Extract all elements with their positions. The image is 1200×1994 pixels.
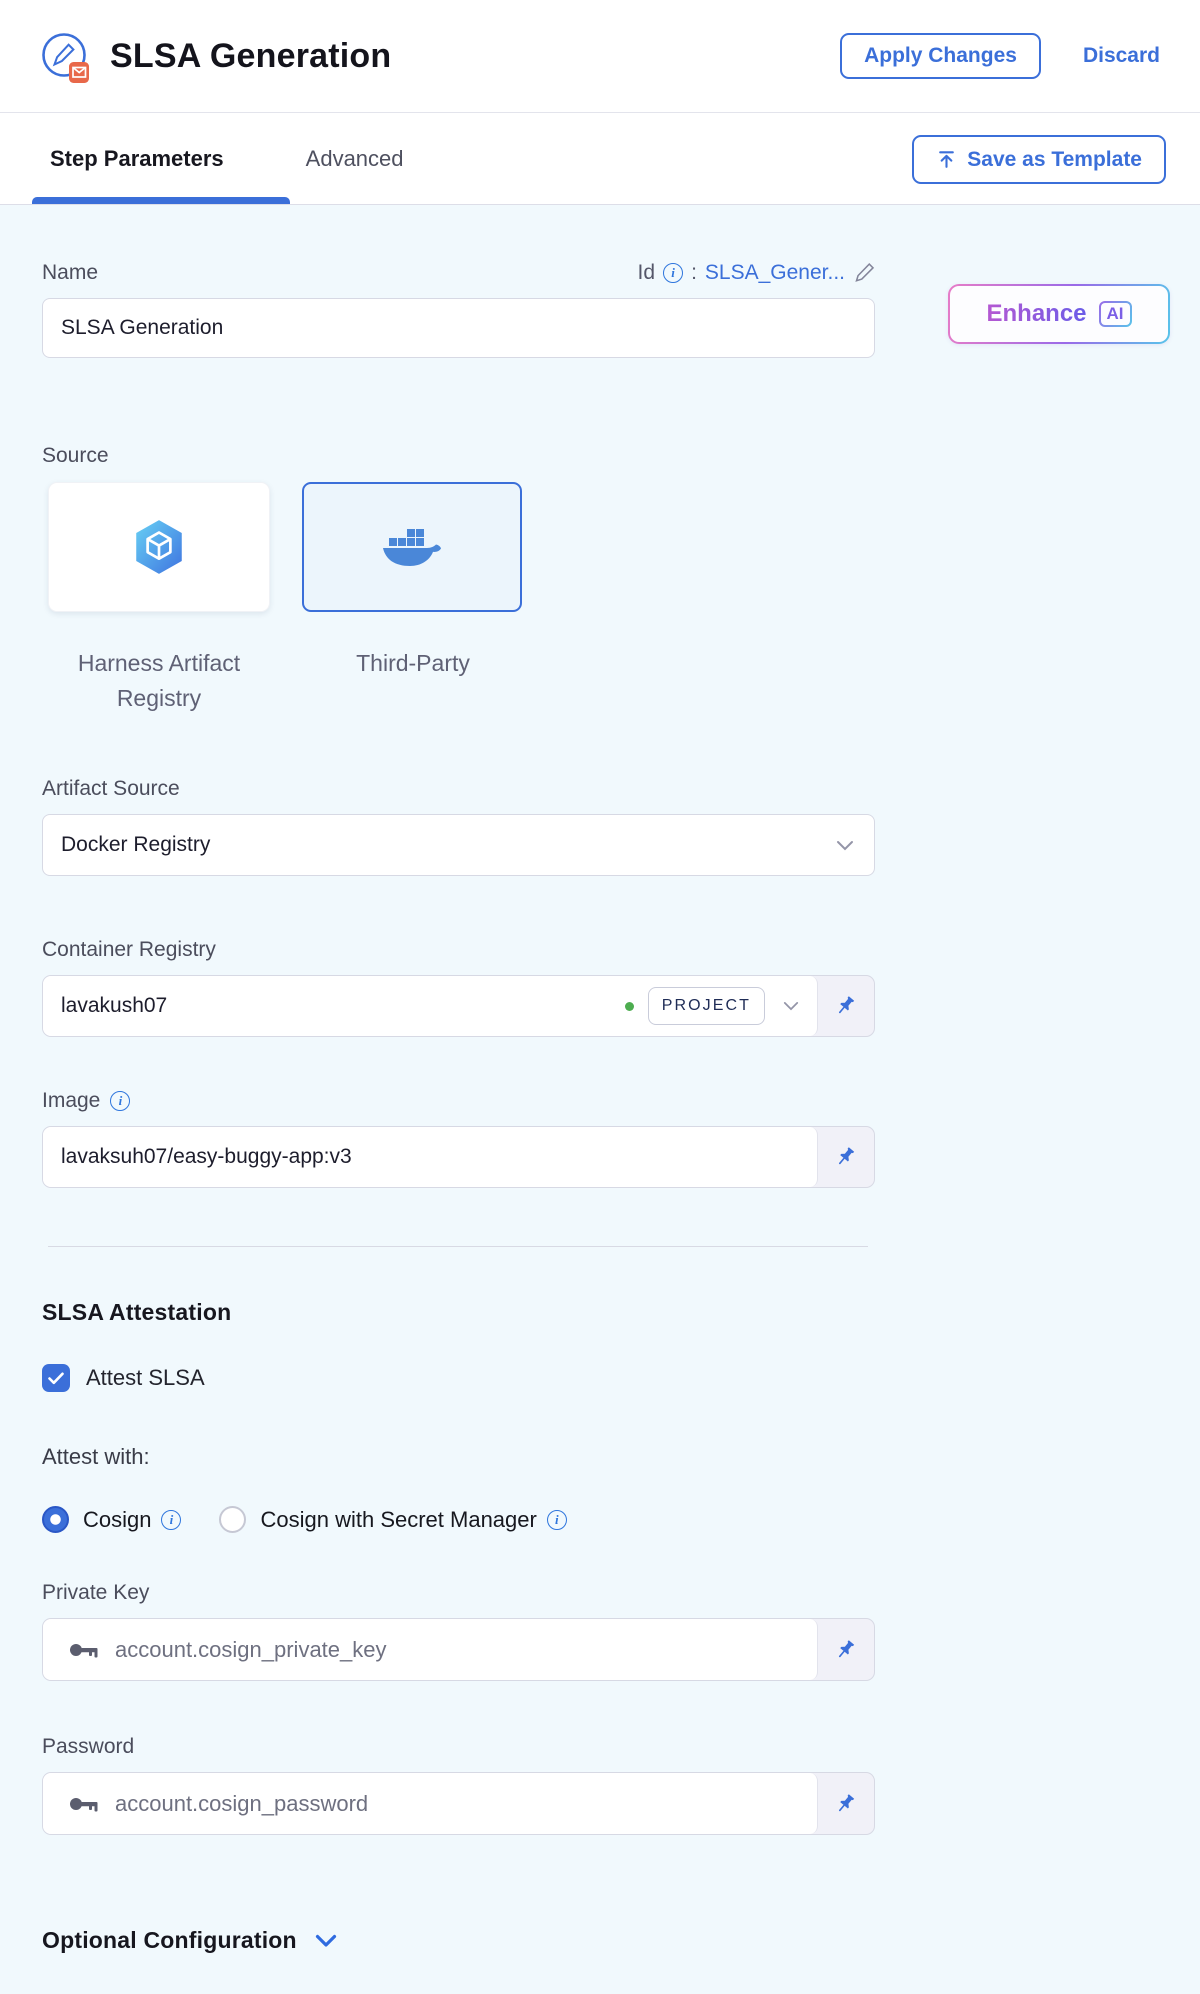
- artifact-registry-cube-icon: [131, 517, 187, 577]
- id-label: Id: [638, 261, 656, 285]
- chevron-down-icon: [836, 840, 854, 851]
- optional-configuration-toggle[interactable]: Optional Configuration: [42, 1927, 1158, 1954]
- id-info-icon[interactable]: i: [663, 263, 683, 283]
- slsa-step-icon: [40, 31, 92, 85]
- artifact-source-select[interactable]: Docker Registry: [42, 814, 875, 876]
- section-divider: [48, 1246, 868, 1247]
- step-parameters-panel: Enhance AI Name Id i : SLSA_Gener... Sou…: [0, 261, 1200, 1994]
- attest-with-label: Attest with:: [42, 1444, 1158, 1470]
- enhance-label: Enhance: [986, 300, 1086, 328]
- image-label: Image: [42, 1089, 100, 1113]
- save-as-template-label: Save as Template: [967, 148, 1142, 172]
- image-value: lavaksuh07/easy-buggy-app:v3: [61, 1145, 352, 1169]
- upload-icon: [936, 149, 957, 170]
- check-icon: [48, 1372, 64, 1385]
- password-field: account.cosign_password: [42, 1772, 875, 1835]
- private-key-field: account.cosign_private_key: [42, 1618, 875, 1681]
- chevron-down-icon: [315, 1934, 337, 1948]
- private-key-secret-input[interactable]: account.cosign_private_key: [43, 1619, 818, 1680]
- cosign-info-icon[interactable]: i: [161, 1510, 181, 1530]
- private-key-pin-button[interactable]: [818, 1619, 874, 1680]
- titlebar: SLSA Generation Apply Changes Discard: [0, 0, 1200, 113]
- ai-badge: AI: [1099, 301, 1132, 327]
- container-registry-input[interactable]: lavakush07 PROJECT: [43, 976, 818, 1036]
- private-key-label: Private Key: [42, 1581, 149, 1605]
- password-secret-input[interactable]: account.cosign_password: [43, 1773, 818, 1834]
- enhance-ai-button[interactable]: Enhance AI: [948, 284, 1170, 344]
- tab-advanced[interactable]: Advanced: [290, 146, 420, 172]
- attest-slsa-checkbox-row[interactable]: Attest SLSA: [42, 1364, 1158, 1392]
- pin-icon: [834, 1638, 858, 1662]
- container-registry-label: Container Registry: [42, 938, 216, 962]
- key-icon: [69, 1642, 99, 1658]
- artifact-source-value: Docker Registry: [61, 833, 210, 857]
- pin-icon: [834, 1145, 858, 1169]
- container-registry-pin-button[interactable]: [818, 976, 874, 1036]
- step-id-value: SLSA_Gener...: [705, 261, 845, 285]
- apply-changes-button[interactable]: Apply Changes: [840, 33, 1041, 79]
- image-pin-button[interactable]: [818, 1127, 874, 1187]
- name-input[interactable]: [42, 298, 875, 358]
- pin-icon: [834, 1792, 858, 1816]
- discard-button[interactable]: Discard: [1083, 44, 1160, 68]
- password-label: Password: [42, 1735, 134, 1759]
- container-registry-field: lavakush07 PROJECT: [42, 975, 875, 1037]
- source-option-label: Harness Artifact Registry: [48, 646, 270, 715]
- cosign-radio[interactable]: [42, 1506, 69, 1533]
- attest-slsa-label: Attest SLSA: [86, 1365, 205, 1391]
- optional-configuration-label: Optional Configuration: [42, 1927, 297, 1954]
- step-id-row: Id i : SLSA_Gener...: [638, 261, 875, 285]
- attest-method-radio-group: Cosign i Cosign with Secret Manager i: [42, 1506, 1158, 1533]
- image-input[interactable]: lavaksuh07/easy-buggy-app:v3: [43, 1127, 818, 1187]
- scope-badge: PROJECT: [648, 987, 765, 1025]
- save-as-template-button[interactable]: Save as Template: [912, 135, 1166, 184]
- pin-icon: [834, 994, 858, 1018]
- id-separator: :: [691, 261, 697, 285]
- artifact-source-label: Artifact Source: [42, 777, 180, 801]
- tabbar: Step Parameters Advanced Save as Templat…: [0, 113, 1200, 205]
- active-tab-underline: [32, 197, 290, 204]
- password-pin-button[interactable]: [818, 1773, 874, 1834]
- page-title: SLSA Generation: [110, 37, 391, 76]
- source-label: Source: [42, 444, 1158, 468]
- cosign-radio-label[interactable]: Cosign: [83, 1507, 151, 1533]
- source-tile-harness-artifact-registry[interactable]: [48, 482, 270, 612]
- edit-id-icon[interactable]: [853, 262, 875, 284]
- cosign-secret-manager-radio-label[interactable]: Cosign with Secret Manager: [260, 1507, 536, 1533]
- attest-slsa-checkbox[interactable]: [42, 1364, 70, 1392]
- key-icon: [69, 1796, 99, 1812]
- source-tile-third-party[interactable]: [302, 482, 522, 612]
- docker-whale-icon: [381, 524, 443, 570]
- private-key-value: account.cosign_private_key: [115, 1637, 387, 1663]
- chevron-down-icon[interactable]: [783, 1001, 799, 1011]
- container-registry-value: lavakush07: [61, 994, 167, 1018]
- connector-status-dot: [625, 1002, 634, 1011]
- cosign-secret-manager-info-icon[interactable]: i: [547, 1510, 567, 1530]
- slsa-attestation-heading: SLSA Attestation: [42, 1299, 1158, 1326]
- cosign-secret-manager-radio[interactable]: [219, 1506, 246, 1533]
- tab-step-parameters[interactable]: Step Parameters: [34, 146, 240, 172]
- image-info-icon[interactable]: i: [110, 1091, 130, 1111]
- password-value: account.cosign_password: [115, 1791, 368, 1817]
- image-field: lavaksuh07/easy-buggy-app:v3: [42, 1126, 875, 1188]
- source-option-label: Third-Party: [302, 646, 524, 715]
- name-label: Name: [42, 261, 98, 285]
